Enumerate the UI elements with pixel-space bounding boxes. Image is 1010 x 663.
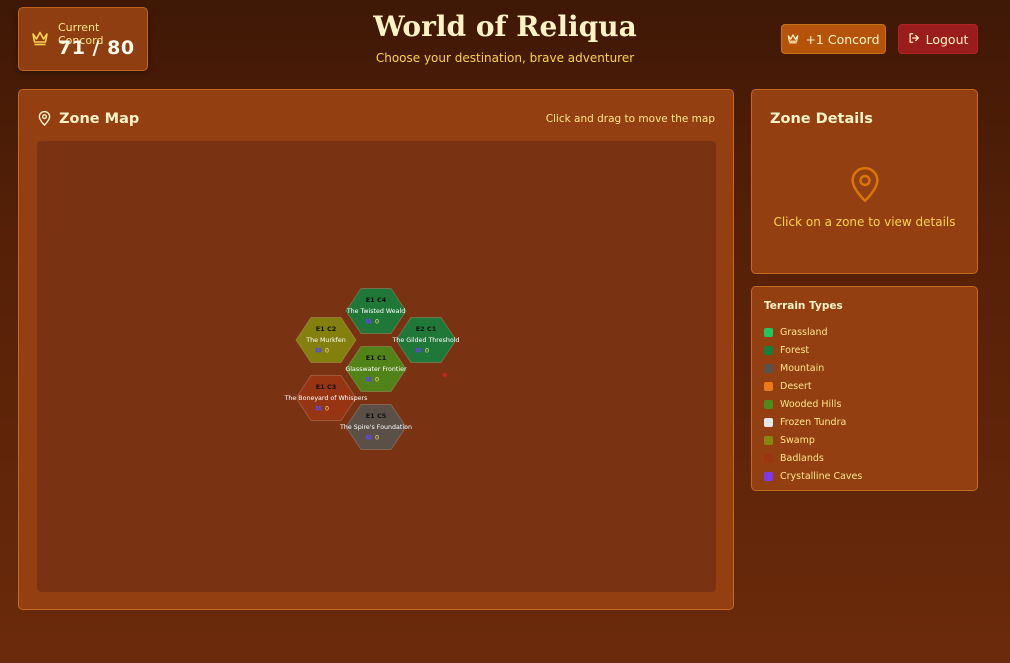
terrain-swatch	[764, 435, 773, 445]
terrain-label: Crystalline Caves	[780, 470, 863, 482]
zone-hex[interactable]: E1 C1 Glasswater Frontier 0	[345, 346, 407, 392]
zone-hex[interactable]: E1 C5 The Spire's Foundation 0	[339, 404, 412, 450]
logout-label: Logout	[925, 31, 969, 47]
terrain-label: Frozen Tundra	[780, 416, 847, 428]
zone-player-count: 0	[375, 435, 379, 442]
terrain-swatch	[764, 453, 773, 463]
zone-name: The Twisted Weald	[346, 308, 405, 315]
zone-hex[interactable]: E1 C2 The Murkfen 0	[295, 317, 357, 363]
terrain-legend-list: Grassland Forest Mountain Desert Wooded Hill…	[764, 323, 862, 485]
terrain-label: Desert	[780, 380, 812, 392]
zone-details-title: Zone Details	[770, 111, 873, 127]
map-pin-icon	[38, 110, 51, 130]
zone-player-count: 0	[375, 377, 379, 384]
crown-icon	[787, 32, 799, 47]
add-concord-label: +1 Concord	[805, 31, 880, 47]
zone-code: E2 C1	[416, 325, 437, 333]
zone-player-count: 0	[325, 406, 329, 413]
hex-map[interactable]: E1 C5 The Spire's Foundation 0 E1 C3 The Bon…	[37, 141, 716, 592]
terrain-label: Mountain	[780, 362, 825, 374]
page-title: World of Reliqua	[373, 10, 637, 43]
terrain-legend-item: Badlands	[764, 449, 862, 467]
terrain-label: Grassland	[780, 326, 828, 338]
zone-player-count: 0	[375, 319, 379, 326]
map-pin-icon	[849, 166, 881, 207]
logout-icon	[908, 32, 920, 47]
terrain-swatch	[764, 381, 773, 391]
zone-details-panel: Zone Details Click on a zone to view det…	[751, 89, 978, 274]
terrain-legend-item: Frozen Tundra	[764, 413, 862, 431]
terrain-legend-item: Desert	[764, 377, 862, 395]
zone-name: Glasswater Frontier	[345, 366, 407, 373]
zone-code: E1 C1	[366, 354, 387, 362]
terrain-swatch	[764, 327, 773, 337]
zone-hex[interactable]: E1 C4 The Twisted Weald 0	[345, 288, 407, 334]
terrain-swatch	[764, 471, 773, 481]
zone-details-empty-message: Click on a zone to view details	[773, 215, 956, 229]
terrain-label: Wooded Hills	[780, 398, 842, 410]
zone-hex[interactable]: E2 C1 The Gilded Threshold 0	[392, 317, 460, 363]
zone-code: E1 C3	[316, 383, 337, 391]
zone-name: The Spire's Foundation	[339, 424, 412, 431]
zone-code: E1 C4	[366, 296, 387, 304]
zone-player-count: 0	[425, 348, 429, 355]
terrain-legend-item: Grassland	[764, 323, 862, 341]
zone-name: The Murkfen	[305, 337, 345, 344]
terrain-swatch	[764, 399, 773, 409]
zone-code: E1 C5	[366, 412, 387, 420]
terrain-legend-item: Forest	[764, 341, 862, 359]
zone-code: E1 C2	[316, 325, 337, 333]
zone-map-panel: Zone Map Click and drag to move the map …	[18, 89, 734, 610]
terrain-legend-title: Terrain Types	[764, 300, 843, 312]
crown-icon	[31, 30, 49, 50]
zone-player-count: 0	[325, 348, 329, 355]
terrain-swatch	[764, 417, 773, 427]
terrain-label: Swamp	[780, 434, 815, 446]
terrain-legend-item: Wooded Hills	[764, 395, 862, 413]
zone-map-title: Zone Map	[59, 111, 140, 127]
terrain-label: Badlands	[780, 452, 824, 464]
terrain-legend-item: Mountain	[764, 359, 862, 377]
map-marker	[442, 372, 448, 378]
concord-card: Current Concord 71 / 80	[18, 7, 148, 71]
zone-name: The Boneyard of Whispers	[284, 395, 368, 402]
terrain-swatch	[764, 363, 773, 373]
add-concord-button[interactable]: +1 Concord	[781, 24, 886, 54]
page-subtitle: Choose your destination, brave adventure…	[375, 51, 635, 65]
zone-map-canvas[interactable]: E1 C5 The Spire's Foundation 0 E1 C3 The Bon…	[37, 141, 716, 592]
concord-value: 71 / 80	[58, 37, 135, 59]
terrain-swatch	[764, 345, 773, 355]
logout-button[interactable]: Logout	[898, 24, 978, 54]
terrain-legend-item: Swamp	[764, 431, 862, 449]
zone-name: The Gilded Threshold	[392, 337, 460, 344]
terrain-legend-panel: Terrain Types Grassland Forest Mountain Des…	[751, 286, 978, 491]
terrain-legend-item: Crystalline Caves	[764, 467, 862, 485]
terrain-label: Forest	[780, 344, 810, 356]
zone-map-hint: Click and drag to move the map	[545, 113, 715, 125]
